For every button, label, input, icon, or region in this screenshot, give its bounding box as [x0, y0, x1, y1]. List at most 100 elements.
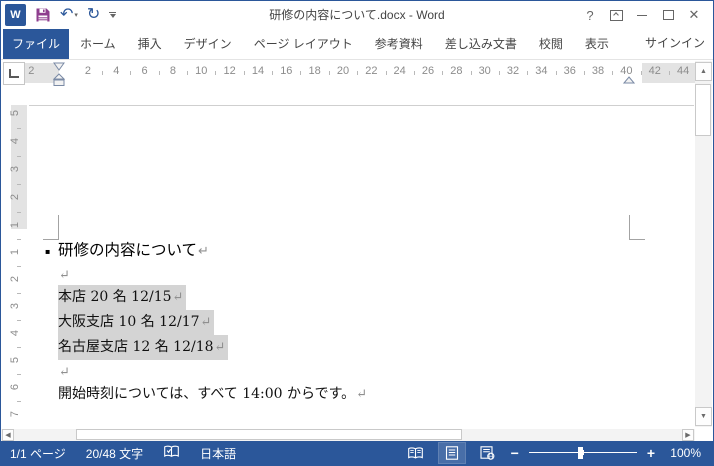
word-count[interactable]: 20/48 文字 — [86, 445, 143, 462]
help-button[interactable]: ? — [577, 4, 603, 26]
ribbon-tab-row: ファイル ホーム 挿入 デザイン ページ レイアウト 参考資料 差し込み文書 校… — [1, 29, 713, 60]
ruler-number: 8 — [169, 65, 177, 77]
ruler-number: 22 — [365, 65, 378, 77]
ruler-tick — [442, 71, 444, 75]
scroll-right-button[interactable]: ▶ — [682, 429, 694, 441]
tab-references[interactable]: 参考資料 — [364, 29, 434, 59]
ruler-number: 2 — [28, 65, 35, 77]
web-layout-view-button[interactable] — [475, 443, 501, 463]
word-app-icon[interactable]: W — [5, 4, 26, 26]
horizontal-scrollbar-thumb[interactable] — [76, 429, 462, 440]
title-bar: W ↶ ▾ ↻ 研修の内容について.docx - Word ? ✕ — [1, 1, 713, 29]
tab-design[interactable]: デザイン — [173, 29, 243, 59]
ruler-tick — [17, 266, 21, 267]
ruler-tick — [470, 71, 472, 75]
vertical-scrollbar[interactable]: ▲ ▼ — [695, 61, 712, 427]
zoom-in-button[interactable]: + — [647, 446, 655, 460]
body-text: 開始時刻については、すべて 14:00 からです。 — [58, 386, 356, 402]
scroll-down-button[interactable]: ▼ — [695, 407, 712, 426]
ruler-number: 26 — [421, 65, 435, 77]
ruler-tick — [640, 71, 642, 75]
vertical-scrollbar-thumb[interactable] — [695, 84, 711, 136]
tab-page-layout[interactable]: ページ レイアウト — [243, 29, 364, 59]
ruler-tick — [527, 71, 529, 75]
ruler-number: 16 — [280, 65, 293, 77]
ruler-tick — [17, 401, 21, 402]
proofing-status-button[interactable] — [163, 445, 180, 462]
document-line-osaka[interactable]: 大阪支店 10 名 12/17↵ — [58, 310, 215, 335]
horizontal-ruler[interactable]: 2 2 4 6 8 10 12 14 16 18 20 22 24 26 28 30 32 34 36 38 40 42 4… — [1, 61, 695, 87]
page-top-edge — [29, 105, 694, 106]
ruler-tick — [300, 71, 302, 75]
ruler-tick — [385, 71, 387, 75]
window-controls: ? ✕ — [577, 1, 707, 29]
paragraph-mark-icon: ↵ — [59, 268, 70, 283]
paragraph-mark-icon: ↵ — [200, 315, 212, 330]
tab-review[interactable]: 校閲 — [528, 29, 574, 59]
scroll-left-button[interactable]: ◀ — [2, 429, 14, 441]
ruler-tick — [555, 71, 557, 75]
document-line-start-time[interactable]: 開始時刻については、すべて 14:00 からです。↵ — [58, 382, 370, 407]
vertical-ruler[interactable]: 5 4 3 2 1 1 2 3 4 5 6 7 — [9, 85, 27, 429]
first-line-indent-marker[interactable] — [53, 62, 65, 71]
ruler-number: 44 — [676, 65, 690, 77]
left-tab-icon — [9, 69, 19, 78]
sign-in-link[interactable]: サインイン — [637, 29, 713, 59]
ruler-number: 4 — [9, 137, 22, 145]
tab-insert[interactable]: 挿入 — [127, 29, 173, 59]
language-indicator[interactable]: 日本語 — [200, 445, 236, 462]
horizontal-scrollbar[interactable]: ◀ ▶ — [1, 429, 695, 441]
maximize-button[interactable] — [655, 4, 681, 26]
ruler-tick — [17, 156, 21, 157]
ruler-tick — [357, 71, 359, 75]
save-button[interactable] — [35, 4, 51, 26]
tab-file[interactable]: ファイル — [3, 29, 70, 59]
hanging-indent-marker[interactable] — [53, 73, 65, 87]
ruler-number: 20 — [336, 65, 350, 77]
save-icon — [36, 8, 50, 22]
ruler-tick — [17, 184, 21, 185]
ruler-number: 18 — [308, 65, 321, 77]
ruler-number: 6 — [9, 383, 22, 391]
minimize-icon — [637, 14, 647, 16]
minimize-button[interactable] — [629, 4, 655, 26]
ruler-tick — [243, 71, 245, 75]
ruler-number: 24 — [393, 65, 406, 77]
ruler-tick — [413, 71, 415, 75]
ruler-tick — [102, 71, 104, 75]
ruler-tick — [498, 71, 500, 75]
document-line-honten[interactable]: 本店 20 名 12/15↵ — [58, 285, 187, 310]
ruler-number: 5 — [9, 356, 22, 364]
print-layout-view-button[interactable] — [437, 442, 466, 464]
ruler-number: 42 — [648, 65, 661, 77]
ruler-tick — [215, 71, 217, 75]
right-indent-marker[interactable] — [623, 76, 635, 85]
zoom-out-button[interactable]: − — [511, 446, 519, 460]
ruler-number: 2 — [84, 65, 91, 77]
tab-view[interactable]: 表示 — [574, 29, 620, 59]
document-line-nagoya[interactable]: 名古屋支店 12 名 12/18↵ — [58, 335, 229, 360]
paragraph-mark-icon: ↵ — [172, 290, 184, 305]
tab-selector-button[interactable] — [3, 62, 25, 85]
heading-outline-bullet-icon: ▪ — [45, 247, 51, 256]
close-button[interactable]: ✕ — [681, 4, 707, 26]
page-indicator[interactable]: 1/1 ページ — [10, 445, 66, 462]
ruler-tick — [17, 239, 21, 240]
ruler-number: 34 — [535, 65, 548, 77]
ruler-number: 38 — [591, 65, 605, 77]
ruler-number: 1 — [9, 248, 22, 256]
ruler-number: 3 — [9, 165, 22, 173]
ribbon-display-options-button[interactable] — [603, 4, 629, 26]
read-mode-view-button[interactable] — [403, 443, 429, 463]
ruler-tick — [17, 320, 21, 321]
zoom-slider[interactable] — [528, 446, 637, 460]
scroll-up-button[interactable]: ▲ — [695, 62, 712, 81]
ruler-number: 7 — [9, 410, 22, 418]
tab-mailings[interactable]: 差し込み文書 — [434, 29, 528, 59]
tab-home[interactable]: ホーム — [69, 29, 127, 59]
ruler-number: 5 — [9, 109, 22, 117]
zoom-slider-handle[interactable] — [578, 447, 584, 459]
document-heading-line[interactable]: ▪ 研修の内容について↵ — [45, 237, 212, 263]
zoom-percentage[interactable]: 100% — [665, 446, 701, 460]
ruler-tick — [130, 71, 132, 75]
